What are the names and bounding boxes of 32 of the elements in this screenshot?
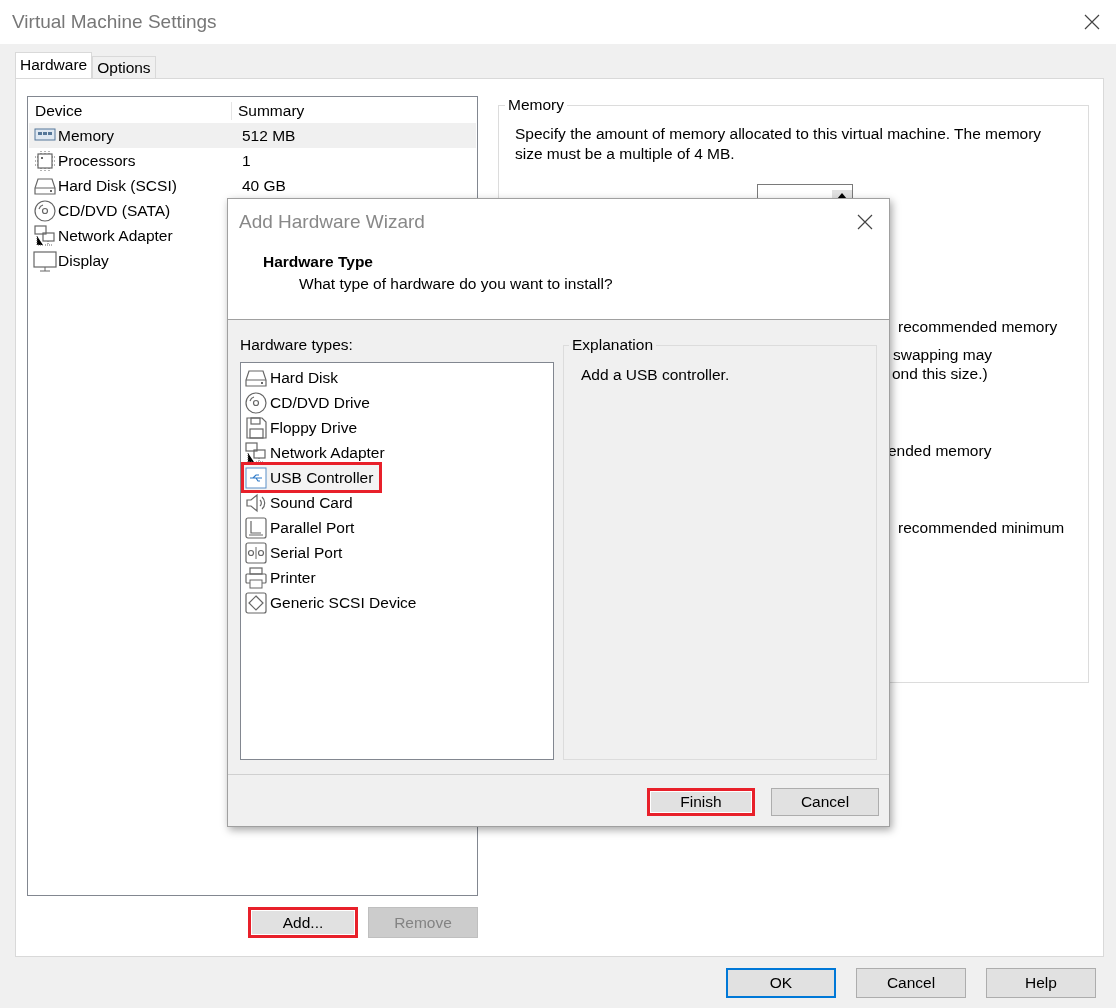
device-name: Processors bbox=[58, 151, 136, 170]
item-label: Printer bbox=[270, 568, 316, 587]
device-name: Memory bbox=[58, 126, 114, 145]
description-text: swapping may bbox=[893, 346, 993, 364]
explanation-text: Add a USB controller. bbox=[581, 366, 731, 384]
page-subheading: What type of hardware do you want to install? bbox=[298, 275, 614, 293]
description-text: recommended memory bbox=[898, 318, 1058, 336]
group-title: Explanation bbox=[569, 336, 656, 354]
dialog-title: Add Hardware Wizard bbox=[239, 211, 425, 233]
window-title: Virtual Machine Settings bbox=[12, 11, 217, 33]
item-label: CD/DVD Drive bbox=[270, 393, 370, 412]
page-heading: Hardware Type bbox=[262, 253, 374, 271]
device-summary: 512 MB bbox=[242, 126, 296, 144]
device-name: Network Adapter bbox=[58, 226, 173, 245]
item-label: Floppy Drive bbox=[270, 418, 357, 437]
list-label: Hardware types: bbox=[240, 336, 354, 355]
item-label: Generic SCSI Device bbox=[270, 593, 417, 612]
device-name: CD/DVD (SATA) bbox=[58, 201, 171, 220]
description-text: Specify the amount of memory allocated to this virtual machine. The memory size must be a multiple of 4 MB. bbox=[515, 124, 1043, 164]
item-label: Network Adapter bbox=[270, 443, 385, 462]
description-text: recommended minimum bbox=[898, 519, 1065, 537]
description-text: ended memory bbox=[888, 442, 992, 460]
device-name: Hard Disk (SCSI) bbox=[58, 176, 177, 195]
device-summary: 40 GB bbox=[242, 176, 286, 194]
item-label: Serial Port bbox=[270, 543, 343, 562]
item-label: Sound Card bbox=[270, 493, 353, 512]
device-summary: 1 bbox=[242, 151, 251, 169]
item-label: USB Controller bbox=[270, 468, 374, 487]
item-label: Hard Disk bbox=[270, 368, 339, 387]
device-name: Display bbox=[58, 251, 109, 270]
description-text: ond this size.) bbox=[892, 365, 988, 383]
item-label: Parallel Port bbox=[270, 518, 355, 537]
